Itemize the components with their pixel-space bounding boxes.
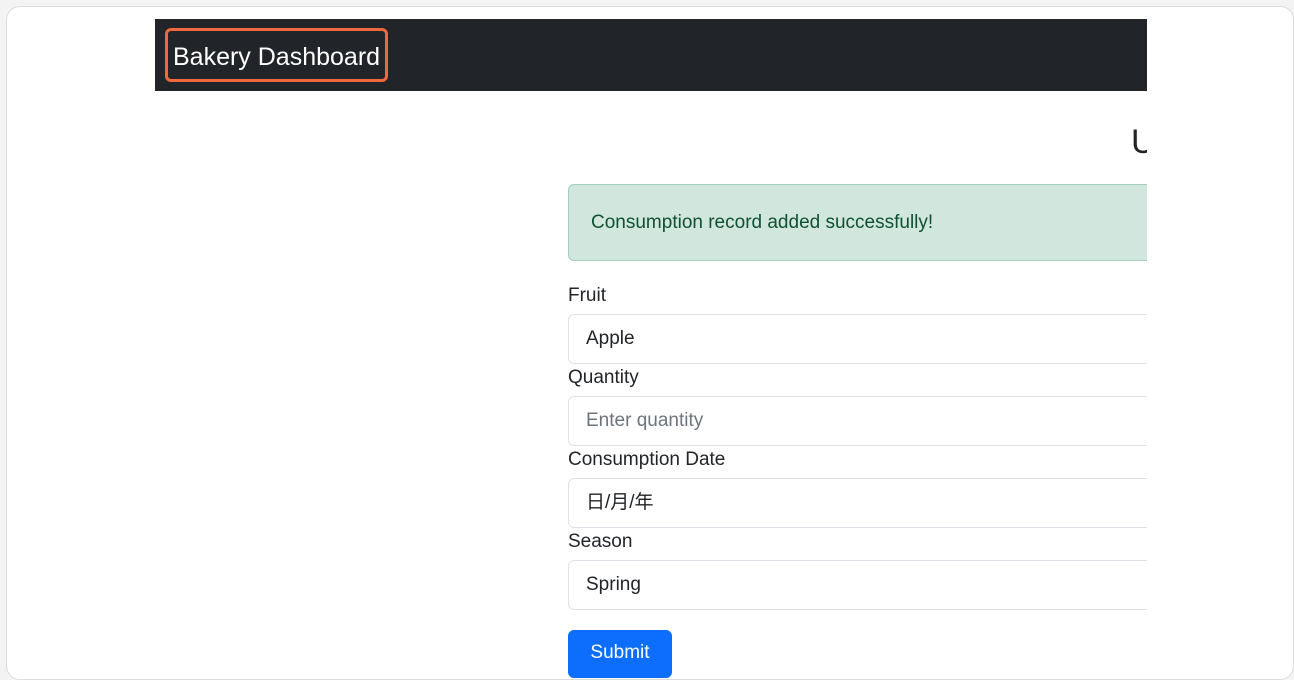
submit-button[interactable]: Submit bbox=[568, 630, 672, 678]
navbar-brand-link[interactable]: Bakery Dashboard bbox=[165, 28, 389, 82]
quantity-input[interactable]: Enter quantity bbox=[568, 396, 1147, 446]
browser-viewport: Bakery Dashboard U Consumption record ad… bbox=[155, 19, 1147, 679]
season-label: Season bbox=[568, 531, 633, 552]
fruit-label: Fruit bbox=[568, 285, 606, 306]
consumption-date-input[interactable]: 日/月/年 bbox=[568, 478, 1147, 528]
navbar: Bakery Dashboard bbox=[155, 19, 1147, 91]
season-select[interactable]: Spring bbox=[568, 560, 1147, 610]
page-title: U bbox=[1131, 123, 1147, 162]
success-alert: Consumption record added successfully! bbox=[568, 184, 1147, 261]
quantity-label: Quantity bbox=[568, 367, 639, 388]
screenshot-frame: Bakery Dashboard U Consumption record ad… bbox=[6, 6, 1294, 680]
consumption-date-label: Consumption Date bbox=[568, 449, 726, 470]
fruit-select[interactable]: Apple bbox=[568, 314, 1147, 364]
